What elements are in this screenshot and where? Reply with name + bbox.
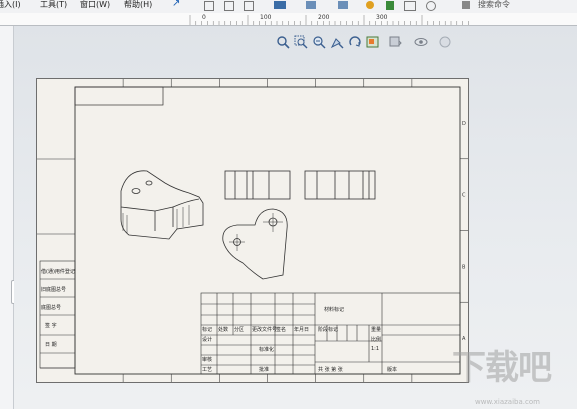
side-cell-label: 日 期 [45, 342, 57, 348]
title-block-header: 处数 [218, 326, 228, 333]
isometric-view [120, 170, 204, 240]
side-cell-label: 旧底图总号 [41, 286, 66, 293]
search-icon[interactable] [462, 1, 470, 9]
title-block-text: 材料标记 标记 处数 分区 更改文件号 签名 年月日 设计 审核 工艺 标准化 … [202, 306, 397, 373]
file-properties-icon[interactable] [404, 1, 416, 11]
menu-insert[interactable]: 插入(I) [0, 0, 21, 10]
ruler: 0 100 200 300 [0, 13, 577, 26]
front-view [224, 170, 291, 200]
drawing-svg: 借(通)用件登记 旧底图总号 底图总号 签 字 日 期 D C B A 材料标记 标记… [37, 79, 468, 382]
title-block-header: 年月日 [294, 326, 309, 333]
hide-show-icon[interactable] [414, 35, 428, 49]
title-block-header: 签名 [276, 326, 286, 333]
zoom-in-out-icon[interactable] [312, 35, 326, 49]
zone-letter: C [462, 193, 466, 199]
side-registration-table: 借(通)用件登记 旧底图总号 底图总号 签 字 日 期 [39, 260, 76, 369]
site-watermark-url: www.xiazaiba.com [475, 398, 540, 406]
drawing-sheet[interactable]: 借(通)用件登记 旧底图总号 底图总号 签 字 日 期 D C B A 材料标记 标记… [36, 78, 469, 383]
display-style-icon[interactable] [366, 35, 380, 49]
save-icon[interactable] [244, 1, 254, 11]
zoom-area-icon[interactable] [294, 35, 308, 49]
ruler-mark: 200 [318, 14, 330, 21]
menu-help[interactable]: 帮助(H) [124, 0, 152, 10]
standardization-label: 标准化 [259, 346, 274, 353]
print-icon[interactable] [274, 1, 286, 9]
zone-labels: D C B A [462, 121, 466, 342]
gear-icon[interactable] [426, 1, 436, 11]
title-block-row-label: 审核 [202, 356, 212, 363]
zoom-selection-icon[interactable] [330, 35, 344, 49]
left-binding-strip [37, 158, 75, 235]
menu-bar: 插入(I) 工具(T) 窗口(W) 帮助(H) ↗ 搜索命令 [0, 0, 577, 14]
title-block-header: 更改文件号 [252, 326, 277, 333]
open-icon[interactable] [224, 1, 234, 11]
zone-letter: A [462, 336, 466, 342]
view-settings-icon[interactable] [388, 35, 402, 49]
menu-window[interactable]: 窗口(W) [80, 0, 110, 10]
scale-label: 比例 [371, 336, 381, 343]
title-block-row-label: 设计 [202, 336, 212, 343]
version-label: 版本 [387, 366, 397, 373]
approval-label: 批准 [259, 366, 269, 373]
ruler-mark: 300 [376, 14, 388, 21]
title-block-header: 标记 [202, 326, 212, 333]
ruler-ticks [189, 15, 469, 25]
side-cell-label: 签 字 [45, 322, 57, 329]
select-icon[interactable] [338, 1, 348, 9]
options-icon[interactable] [386, 1, 394, 10]
scale-value: 1:1 [371, 346, 379, 352]
title-block-row-label: 工艺 [202, 367, 212, 373]
ruler-mark: 0 [202, 14, 206, 21]
side-cell-label: 底图总号 [41, 304, 61, 311]
pin-icon[interactable]: ↗ [172, 0, 180, 9]
weight-label: 重量 [371, 326, 381, 333]
title-block [200, 292, 461, 375]
stage-mark-label: 阶段标记 [318, 326, 338, 333]
rebuild-icon[interactable] [366, 1, 374, 9]
new-icon[interactable] [204, 1, 214, 11]
site-watermark: 下载吧 [452, 348, 552, 388]
sheet-count: 共 张 第 张 [318, 366, 343, 373]
rotate-icon[interactable] [348, 35, 362, 49]
zone-letter: D [462, 121, 466, 127]
top-view [222, 208, 288, 280]
side-cell-label: 借(通)用件登记 [41, 268, 75, 275]
zoom-to-fit-icon[interactable] [276, 35, 290, 49]
side-view [304, 170, 376, 200]
zone-letter: B [462, 264, 466, 270]
ruler-mark: 100 [260, 14, 272, 21]
feature-manager-collapsed[interactable] [0, 26, 14, 409]
search-input[interactable]: 搜索命令 [478, 0, 510, 10]
material-mark-label: 材料标记 [324, 306, 344, 313]
drawing-number-box [74, 86, 164, 106]
appearance-icon[interactable] [438, 35, 452, 49]
title-block-header: 分区 [234, 326, 244, 333]
undo-icon[interactable] [306, 1, 316, 9]
menu-tools[interactable]: 工具(T) [40, 0, 67, 10]
